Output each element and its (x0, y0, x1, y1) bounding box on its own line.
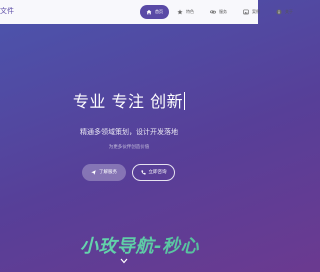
nav-item-services[interactable]: 服务 (206, 5, 231, 19)
nav-item-label: 案例 (252, 9, 260, 14)
hero-tagline: 为更多伙伴创造价值 (108, 145, 150, 150)
nav-item-cases[interactable]: 案例 (239, 5, 264, 19)
button-label: 了解服务 (99, 170, 117, 175)
nav-item-label: 首页 (155, 9, 163, 14)
hero-subtitle: 精通多领域策划，设计开发落地 (80, 128, 178, 136)
nav-item-about[interactable]: 关于 (272, 5, 297, 19)
button-label: 立即咨询 (148, 170, 167, 175)
consult-now-button[interactable]: 立即咨询 (132, 164, 175, 181)
hero-title-text: 专业 专注 创新 (72, 92, 184, 111)
link-icon (210, 10, 216, 14)
nav-item-label: 特色 (186, 9, 194, 14)
typing-cursor (184, 92, 186, 110)
watermark-text: 小玫导航-秒心 (80, 235, 258, 259)
nav-item-label: 关于 (285, 9, 293, 14)
star-icon (177, 9, 183, 15)
learn-services-button[interactable]: 了解服务 (82, 164, 126, 181)
hero-title: 专业 专注 创新 (0, 91, 258, 113)
nav-item-features[interactable]: 特色 (173, 5, 198, 19)
top-navbar: 文件 首页 特色 服务 案例 关于 (0, 0, 293, 24)
paper-plane-icon (91, 170, 96, 175)
nav-item-label: 服务 (219, 9, 227, 14)
image-icon (243, 9, 249, 15)
site-brand[interactable]: 文件 (0, 7, 14, 16)
phone-icon (140, 170, 146, 175)
chevron-down-icon[interactable] (120, 258, 128, 264)
home-icon (146, 9, 152, 15)
nav-item-home[interactable]: 首页 (140, 5, 169, 19)
info-icon (276, 9, 282, 15)
main-nav: 首页 特色 服务 案例 关于 (140, 4, 305, 20)
